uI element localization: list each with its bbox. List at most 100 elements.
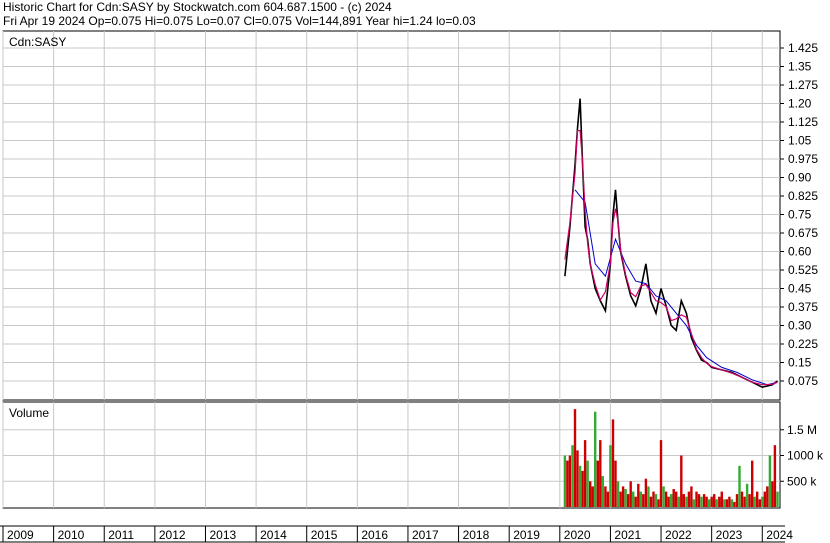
price-tick-label: 1.20 xyxy=(788,97,812,111)
x-tick-label: 2022 xyxy=(665,528,692,542)
volume-bar xyxy=(578,465,582,507)
volume-bar xyxy=(751,460,754,507)
volume-panel: 1.5 M 1000 k 500 k Volume xyxy=(2,401,824,509)
x-tick-label: 2010 xyxy=(58,528,85,542)
volume-bar xyxy=(707,499,711,507)
volume-y-ticks: 1.5 M 1000 k 500 k xyxy=(780,423,824,488)
volume-bar xyxy=(738,465,741,507)
price-tick-label: 0.15 xyxy=(788,356,812,370)
price-tick-label: 0.60 xyxy=(788,245,812,259)
price-tick-label: 1.275 xyxy=(788,78,818,92)
volume-bar xyxy=(748,494,751,507)
x-tick-label: 2023 xyxy=(716,528,743,542)
volume-bar xyxy=(581,470,584,507)
price-tick-label: 0.675 xyxy=(788,226,818,240)
volume-bar xyxy=(705,496,708,507)
price-tick-label: 1.425 xyxy=(788,41,818,55)
volume-bar xyxy=(695,491,698,507)
price-tick-label: 0.75 xyxy=(788,208,812,222)
volume-bar xyxy=(611,419,615,507)
x-tick-label: 2013 xyxy=(209,528,236,542)
volume-bar xyxy=(761,496,764,507)
volume-bar xyxy=(730,499,734,507)
price-tick-label: 0.90 xyxy=(788,171,812,185)
volume-bar xyxy=(715,499,718,507)
volume-bar xyxy=(692,499,696,507)
price-tick-label: 0.975 xyxy=(788,152,818,166)
price-y-ticks: 1.425 1.35 1.275 1.20 1.125 1.05 0.975 0.90 0.82… xyxy=(780,41,818,388)
price-tick-label: 0.075 xyxy=(788,374,818,388)
volume-bar xyxy=(591,486,594,507)
x-tick-label: 2020 xyxy=(564,528,591,542)
x-tick-label: 2009 xyxy=(7,528,34,542)
volume-bar xyxy=(649,496,653,507)
volume-bar xyxy=(733,501,736,507)
volume-bar xyxy=(718,496,721,507)
volume-bar xyxy=(745,483,749,507)
volume-bar xyxy=(713,494,716,507)
volume-bar xyxy=(624,489,627,507)
volume-bar xyxy=(771,481,774,508)
price-tick-label: 0.525 xyxy=(788,263,818,277)
price-tick-label: 0.30 xyxy=(788,319,812,333)
x-tick-label: 2018 xyxy=(463,528,490,542)
volume-bar xyxy=(601,476,604,507)
x-tick-label: 2017 xyxy=(412,528,439,542)
volume-bar xyxy=(652,491,655,507)
volume-bar xyxy=(690,486,693,507)
price-tick-label: 0.825 xyxy=(788,189,818,203)
volume-bar xyxy=(654,494,658,507)
volume-bar xyxy=(642,494,645,507)
price-panel: 1.425 1.35 1.275 1.20 1.125 1.05 0.975 0.90 0.82… xyxy=(2,30,818,401)
volume-bar xyxy=(647,486,650,507)
volume-bar xyxy=(740,491,744,507)
price-tick-label: 0.45 xyxy=(788,282,812,296)
x-axis: 2009 2010 2011 2012 2013 2014 2015 2016 2017 2018… xyxy=(0,525,793,543)
x-tick-label: 2011 xyxy=(108,528,134,542)
volume-bar xyxy=(756,491,759,507)
volume-bar xyxy=(599,440,602,507)
volume-bar xyxy=(670,494,673,507)
volume-bar xyxy=(632,491,635,507)
volume-bar xyxy=(687,491,691,507)
volume-bar xyxy=(644,478,648,507)
volume-bar xyxy=(700,496,703,507)
x-tick-label: 2024 xyxy=(766,528,793,542)
volume-bar xyxy=(629,481,632,508)
volume-bar xyxy=(657,499,660,507)
volume-bar xyxy=(682,494,685,507)
x-tick-label: 2014 xyxy=(260,528,287,542)
volume-bar xyxy=(573,409,577,507)
volume-bar xyxy=(723,499,726,507)
volume-bar xyxy=(614,460,617,507)
x-tick-label: 2012 xyxy=(159,528,186,542)
volume-bar xyxy=(576,450,579,507)
volume-bar xyxy=(566,460,569,507)
volume-bar xyxy=(680,455,683,507)
volume-bar xyxy=(667,496,670,507)
price-tick-label: 0.375 xyxy=(788,300,818,314)
volume-bar xyxy=(596,460,599,507)
volume-bar xyxy=(776,491,779,507)
price-panel-frame xyxy=(2,30,781,401)
volume-bar xyxy=(659,440,663,507)
volume-bar xyxy=(568,455,572,507)
volume-bar xyxy=(758,499,761,507)
volume-bar xyxy=(606,491,610,507)
volume-bar xyxy=(725,499,729,507)
volume-bar xyxy=(763,491,766,507)
price-panel-title: Cdn:SASY xyxy=(9,35,66,49)
volume-bar xyxy=(677,496,680,507)
volume-bar xyxy=(675,491,678,507)
volume-bar xyxy=(621,486,625,507)
volume-bar xyxy=(697,494,701,507)
x-tick-label: 2016 xyxy=(361,528,388,542)
volume-bar xyxy=(773,445,777,507)
volume-bar xyxy=(662,486,665,507)
x-tick-label: 2015 xyxy=(311,528,338,542)
volume-bar xyxy=(637,483,640,507)
price-tick-label: 1.125 xyxy=(788,115,818,129)
volume-bar xyxy=(685,496,688,507)
volume-tick-label: 1000 k xyxy=(787,449,824,463)
volume-bar xyxy=(702,494,706,507)
